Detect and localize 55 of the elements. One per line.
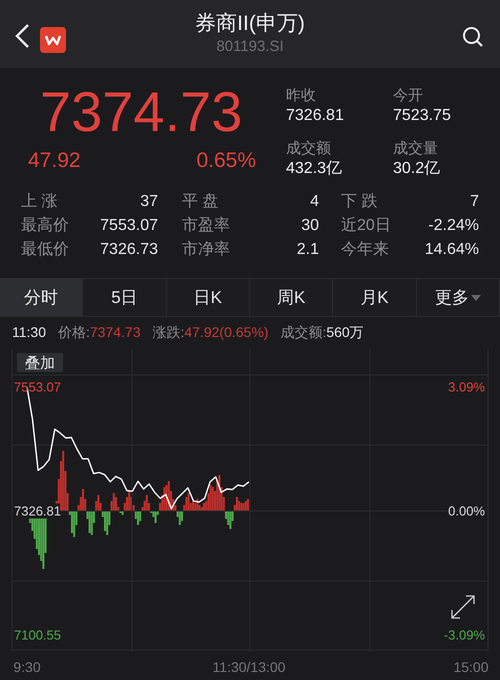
caret-icon bbox=[470, 294, 481, 300]
stat-value: 4 bbox=[310, 192, 319, 212]
chart-tab[interactable]: 周K bbox=[250, 279, 334, 316]
chart-tab[interactable]: 分时 bbox=[0, 279, 84, 316]
stat-value: 7326.73 bbox=[100, 240, 158, 260]
axis-label: 9:30 bbox=[13, 659, 41, 675]
stat-label: 今年来 bbox=[341, 240, 389, 260]
axis-label: 7100.55 bbox=[14, 628, 61, 642]
axis-label: 7326.81 bbox=[14, 504, 61, 518]
axis-label: 11:30/13:00 bbox=[212, 659, 286, 675]
time-label: 11:30 bbox=[12, 322, 46, 342]
stat-label: 近20日 bbox=[341, 216, 391, 236]
stat-value: 2.1 bbox=[296, 240, 319, 260]
overlay-button[interactable]: 叠加 bbox=[17, 353, 63, 372]
stat-value: 432.3亿 bbox=[286, 159, 344, 179]
stat-value: 37 bbox=[140, 192, 158, 212]
stat-value: 7553.07 bbox=[100, 216, 158, 236]
stat-value: 14.64% bbox=[424, 240, 479, 260]
stat-value: 30 bbox=[301, 216, 319, 236]
stat-label: 最高价 bbox=[21, 216, 69, 236]
stat-label: 成交量 bbox=[393, 139, 439, 159]
stat-value: 7326.81 bbox=[286, 106, 345, 126]
chart-tab[interactable]: 5日 bbox=[83, 279, 167, 316]
stat-value: 7 bbox=[470, 192, 479, 212]
stat-label: 上 涨 bbox=[21, 192, 58, 212]
stat-label: 平 盘 bbox=[182, 192, 218, 212]
logo-icon bbox=[40, 27, 66, 53]
axis-label: 0.00% bbox=[448, 504, 485, 518]
stat-label: 昨收 bbox=[286, 86, 317, 106]
change-reading: 涨跌:47.92(0.65%) bbox=[152, 322, 268, 342]
axis-label: 3.09% bbox=[448, 380, 485, 394]
stat-label: 最低价 bbox=[21, 240, 69, 260]
chart-tab[interactable]: 月K bbox=[333, 279, 417, 316]
stat-value: -2.24% bbox=[428, 216, 479, 236]
stat-label: 市盈率 bbox=[182, 216, 230, 236]
index-code: 801193.SI bbox=[216, 37, 284, 57]
axis-label: -3.09% bbox=[444, 628, 485, 642]
stat-label: 成交额 bbox=[286, 139, 332, 159]
axis-label: 7553.07 bbox=[14, 380, 61, 394]
stat-label: 今开 bbox=[393, 86, 424, 106]
amount-reading: 成交额:560万 bbox=[280, 322, 364, 342]
stat-label: 市净率 bbox=[182, 240, 230, 260]
search-icon[interactable] bbox=[462, 26, 484, 48]
stat-label: 下 跌 bbox=[341, 192, 378, 212]
current-price: 7374.73 bbox=[39, 80, 244, 144]
chart-tab[interactable]: 更多 bbox=[416, 279, 500, 316]
axis-label: 15:00 bbox=[453, 659, 489, 675]
stat-value: 7523.75 bbox=[393, 106, 452, 126]
chart-tab[interactable]: 日K bbox=[166, 279, 250, 316]
stat-value: 30.2亿 bbox=[393, 159, 442, 179]
expand-icon[interactable] bbox=[451, 595, 475, 619]
price-change: 47.92 bbox=[28, 148, 81, 174]
page-title: 券商II(申万) bbox=[195, 11, 305, 37]
price-reading: 价格:7374.73 bbox=[58, 322, 140, 342]
change-percent: 0.65% bbox=[196, 148, 256, 174]
